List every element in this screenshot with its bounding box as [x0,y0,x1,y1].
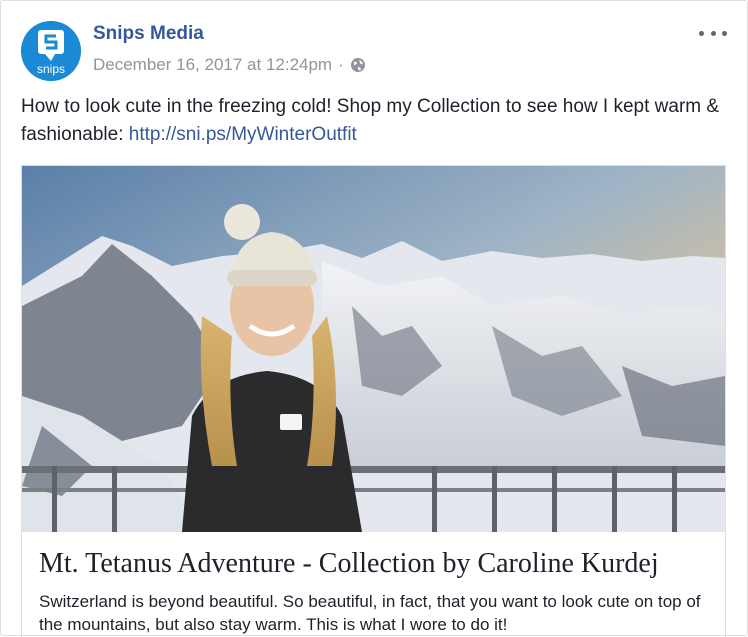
page-name-link[interactable]: Snips Media [93,23,204,45]
snips-logo-icon: snips [21,21,81,81]
post-header: snips Snips Media December 16, 2017 at 1… [21,21,727,81]
card-description: Switzerland is beyond beautiful. So beau… [39,592,701,634]
preview-photo[interactable] [22,166,725,532]
facebook-post: snips Snips Media December 16, 2017 at 1… [0,0,748,637]
post-link[interactable]: http://sni.ps/MyWinterOutfit [129,124,357,145]
post-message-text: How to look cute in the freezing cold! S… [21,96,720,145]
post-timestamp[interactable]: December 16, 2017 at 12:24pm [93,55,332,75]
more-dot [699,30,704,36]
more-dot [722,30,727,36]
more-options-icon[interactable] [699,25,727,41]
card-title[interactable]: Mt. Tetanus Adventure - Collection by Ca… [39,548,659,580]
globe-icon[interactable] [350,57,366,73]
more-dot [710,30,716,36]
mountain-photo [22,166,725,532]
post-meta: December 16, 2017 at 12:24pm · [93,55,366,75]
link-preview-card[interactable]: Mt. Tetanus Adventure - Collection by Ca… [21,165,726,637]
page-avatar[interactable]: snips [21,21,81,81]
avatar-text: snips [37,62,65,76]
meta-separator: · [338,55,344,74]
post-message: How to look cute in the freezing cold! S… [21,93,726,149]
